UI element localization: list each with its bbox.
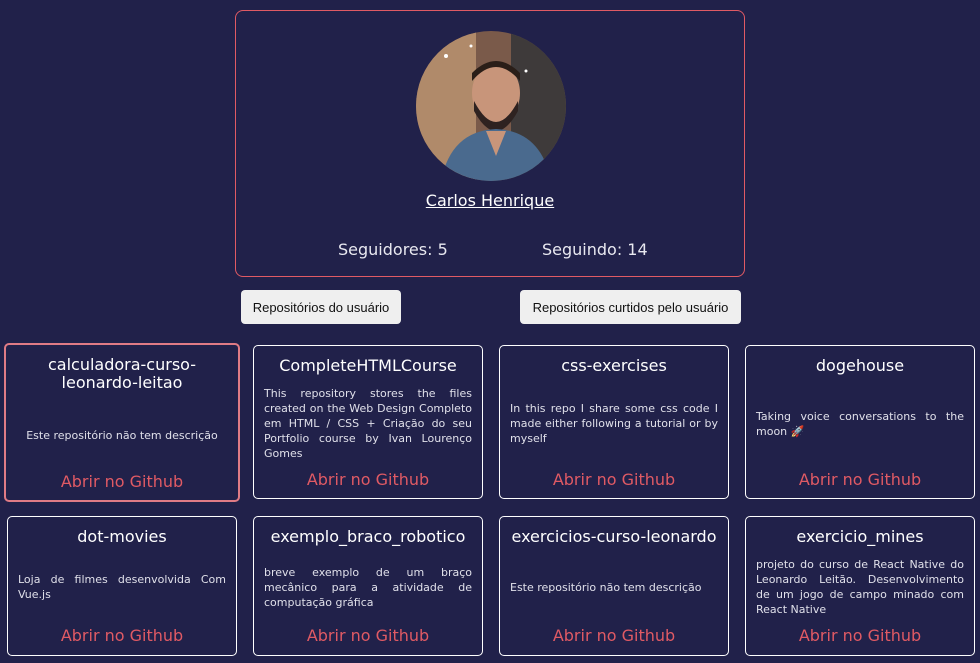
repo-title: dogehouse	[815, 356, 905, 375]
repo-title: exercicios-curso-leonardo	[511, 527, 717, 546]
repo-description: Loja de filmes desenvolvida Com Vue.js	[18, 573, 226, 601]
repo-description: In this repo I share some css code I mad…	[510, 402, 718, 445]
repo-card: dogehouse Taking voice conversations to …	[745, 345, 975, 499]
repo-card: exemplo_braco_robotico breve exemplo de …	[253, 516, 483, 656]
repo-card: calculadora-curso-leonardo-leitao Este r…	[4, 343, 240, 502]
open-github-link[interactable]: Abrir no Github	[746, 626, 974, 645]
followers-count: Seguidores: 5	[338, 240, 448, 259]
repo-title: calculadora-curso-leonardo-leitao	[47, 355, 197, 392]
avatar	[416, 31, 566, 181]
repo-description: breve exemplo de um braço mecânico para …	[264, 566, 472, 609]
profile-card: Carlos Henrique Seguidores: 5 Seguindo: …	[235, 10, 745, 277]
repo-description: projeto do curso de React Native do Leon…	[756, 558, 964, 616]
starred-repos-button[interactable]: Repositórios curtidos pelo usuário	[520, 290, 741, 324]
repo-description: This repository stores the files created…	[264, 387, 472, 460]
repo-title: css-exercises	[561, 356, 667, 375]
open-github-link[interactable]: Abrir no Github	[500, 626, 728, 645]
repo-description: Este repositório não tem descrição	[26, 429, 218, 442]
repo-title: exemplo_braco_robotico	[270, 527, 466, 546]
repo-description: Este repositório não tem descrição	[510, 581, 702, 594]
open-github-link[interactable]: Abrir no Github	[746, 470, 974, 489]
repo-card: CompleteHTMLCourse This repository store…	[253, 345, 483, 499]
open-github-link[interactable]: Abrir no Github	[8, 626, 236, 645]
repo-card: exercicio_mines projeto do curso de Reac…	[745, 516, 975, 656]
user-repos-button[interactable]: Repositórios do usuário	[241, 290, 401, 324]
open-github-link[interactable]: Abrir no Github	[6, 472, 238, 491]
repo-card: css-exercises In this repo I share some …	[499, 345, 729, 499]
repo-card: dot-movies Loja de filmes desenvolvida C…	[7, 516, 237, 656]
repo-title: exercicio_mines	[796, 527, 924, 546]
repo-description: Taking voice conversations to the moon 🚀	[756, 410, 964, 438]
open-github-link[interactable]: Abrir no Github	[254, 626, 482, 645]
user-name-link[interactable]: Carlos Henrique	[236, 191, 744, 210]
open-github-link[interactable]: Abrir no Github	[500, 470, 728, 489]
repo-title: CompleteHTMLCourse	[279, 356, 457, 375]
repo-title: dot-movies	[77, 527, 167, 546]
repo-card: exercicios-curso-leonardo Este repositór…	[499, 516, 729, 656]
open-github-link[interactable]: Abrir no Github	[254, 470, 482, 489]
following-count: Seguindo: 14	[542, 240, 648, 259]
